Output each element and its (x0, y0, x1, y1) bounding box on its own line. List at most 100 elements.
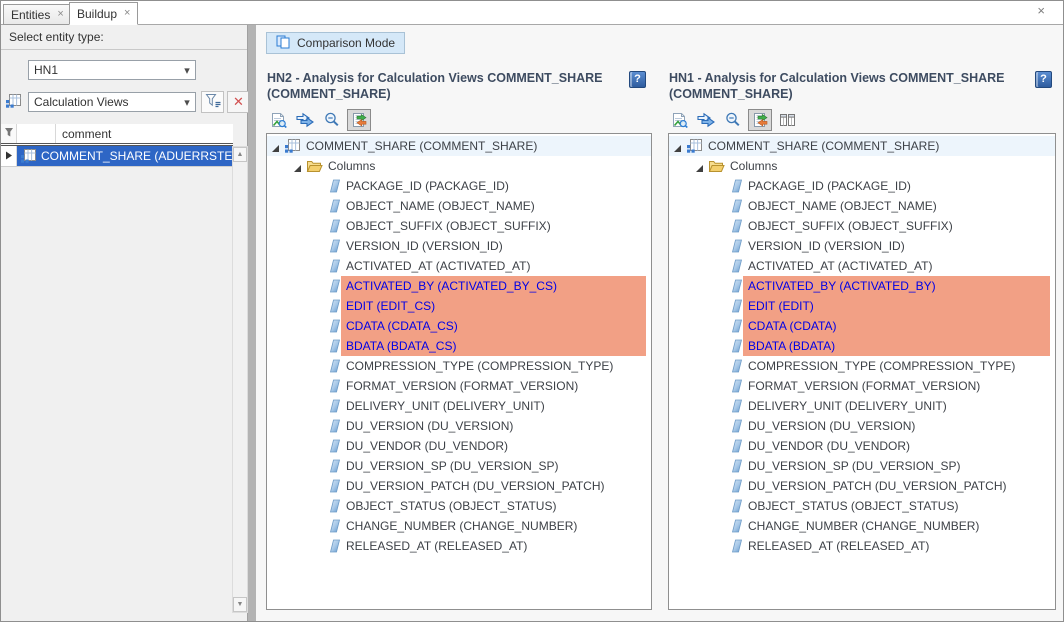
expanded-triangle-icon[interactable] (293, 162, 302, 171)
tree-item[interactable]: DU_VERSION_SP (DU_VERSION_SP) (267, 456, 651, 476)
tree-item[interactable]: DU_VENDOR (DU_VENDOR) (267, 436, 651, 456)
tree-item[interactable]: DU_VENDOR (DU_VENDOR) (669, 436, 1055, 456)
combo-arrow-icon[interactable]: ▾ (179, 96, 195, 109)
tree-item[interactable]: DU_VERSION (DU_VERSION) (669, 416, 1055, 436)
expanded-triangle-icon[interactable] (271, 142, 280, 151)
system-dropdown[interactable]: HN1 ▾ (28, 60, 196, 80)
select-entity-type-label: Select entity type: (1, 24, 247, 50)
sync-differences-icon[interactable] (347, 109, 371, 131)
tree-item[interactable]: CHANGE_NUMBER (CHANGE_NUMBER) (669, 516, 1055, 536)
tab-buildup[interactable]: Buildup × (69, 2, 138, 25)
tree-item[interactable]: ACTIVATED_AT (ACTIVATED_AT) (267, 256, 651, 276)
tree-item[interactable]: VERSION_ID (VERSION_ID) (669, 236, 1055, 256)
tree-item[interactable]: CHANGE_NUMBER (CHANGE_NUMBER) (267, 516, 651, 536)
tree-item[interactable]: ACTIVATED_AT (ACTIVATED_AT) (669, 256, 1055, 276)
tree-item[interactable]: FORMAT_VERSION (FORMAT_VERSION) (669, 376, 1055, 396)
tree-item[interactable]: DELIVERY_UNIT (DELIVERY_UNIT) (267, 396, 651, 416)
sidebar-scrollbar[interactable]: ▲ ▼ (232, 146, 248, 613)
tree-item[interactable]: RELEASED_AT (RELEASED_AT) (267, 536, 651, 556)
tree-item-label: Columns (323, 156, 381, 176)
tree-item[interactable]: BDATA (BDATA) (669, 336, 1055, 356)
scroll-down-icon[interactable]: ▼ (233, 597, 247, 612)
compare-arrows-icon[interactable] (293, 109, 317, 131)
column-icon (731, 479, 743, 493)
export-icon[interactable] (667, 109, 691, 131)
column-icon (329, 259, 341, 273)
tree-item[interactable]: RELEASED_AT (RELEASED_AT) (669, 536, 1055, 556)
tree-item[interactable]: COMMENT_SHARE (COMMENT_SHARE) (267, 136, 651, 156)
help-icon[interactable]: ? (629, 71, 646, 88)
tree-item[interactable]: COMPRESSION_TYPE (COMPRESSION_TYPE) (267, 356, 651, 376)
column-layout-icon[interactable] (775, 109, 799, 131)
tree-item-label: OBJECT_STATUS (OBJECT_STATUS) (341, 496, 562, 516)
tree-item[interactable]: EDIT (EDIT_CS) (267, 296, 651, 316)
expanded-triangle-icon[interactable] (673, 142, 682, 151)
column-icon (329, 299, 341, 313)
tree-item[interactable]: PACKAGE_ID (PACKAGE_ID) (669, 176, 1055, 196)
tree-item[interactable]: ACTIVATED_BY (ACTIVATED_BY) (669, 276, 1055, 296)
tree-item-label: COMPRESSION_TYPE (COMPRESSION_TYPE) (743, 356, 1021, 376)
tree-item[interactable]: Columns (669, 156, 1055, 176)
tree-item-label: CHANGE_NUMBER (CHANGE_NUMBER) (743, 516, 985, 536)
clear-filter-icon: ✕ (233, 94, 244, 110)
tree-item[interactable]: OBJECT_STATUS (OBJECT_STATUS) (267, 496, 651, 516)
app-window: Entities × Buildup × × Select entity typ… (0, 0, 1064, 622)
tree-item[interactable]: VERSION_ID (VERSION_ID) (267, 236, 651, 256)
tree-item[interactable]: BDATA (BDATA_CS) (267, 336, 651, 356)
column-icon (731, 519, 743, 533)
buildup-tab-close-icon[interactable]: × (124, 8, 130, 19)
tree-item-label: DU_VENDOR (DU_VENDOR) (743, 436, 916, 456)
tab-entities[interactable]: Entities × (3, 4, 72, 25)
tree-item[interactable]: DELIVERY_UNIT (DELIVERY_UNIT) (669, 396, 1055, 416)
tab-entities-label: Entities (11, 8, 50, 22)
zoom-icon[interactable] (320, 109, 344, 131)
tree-item[interactable]: DU_VERSION (DU_VERSION) (267, 416, 651, 436)
column-icon (329, 539, 341, 553)
tree-item[interactable]: OBJECT_SUFFIX (OBJECT_SUFFIX) (267, 216, 651, 236)
tree-item[interactable]: DU_VERSION_PATCH (DU_VERSION_PATCH) (669, 476, 1055, 496)
scroll-up-icon[interactable]: ▲ (233, 147, 247, 162)
tree-item-label: EDIT (EDIT_CS) (341, 296, 646, 316)
tree-item[interactable]: OBJECT_NAME (OBJECT_NAME) (669, 196, 1055, 216)
comparison-mode-button[interactable]: Comparison Mode (266, 32, 405, 54)
tree-item[interactable]: OBJECT_NAME (OBJECT_NAME) (267, 196, 651, 216)
tree-item[interactable]: ACTIVATED_BY (ACTIVATED_BY_CS) (267, 276, 651, 296)
grid-filter-gutter[interactable] (1, 124, 17, 143)
tree-item-label: OBJECT_NAME (OBJECT_NAME) (743, 196, 943, 216)
tree-item[interactable]: EDIT (EDIT) (669, 296, 1055, 316)
tree-item[interactable]: Columns (267, 156, 651, 176)
column-icon (329, 179, 341, 193)
column-icon (329, 239, 341, 253)
clear-filter-button[interactable]: ✕ (227, 91, 250, 113)
export-icon[interactable] (266, 109, 290, 131)
grid-comment-column-header[interactable]: comment (56, 124, 233, 143)
tree-item[interactable]: OBJECT_STATUS (OBJECT_STATUS) (669, 496, 1055, 516)
sync-differences-icon[interactable] (748, 109, 772, 131)
column-icon (329, 339, 341, 353)
sidebar-splitter[interactable] (248, 24, 256, 621)
table-row[interactable]: COMMENT_SHARE (ADUERRSTEIN_T (1, 146, 233, 167)
tree-item[interactable]: OBJECT_SUFFIX (OBJECT_SUFFIX) (669, 216, 1055, 236)
grid-icon-column-header[interactable] (17, 124, 56, 143)
tree-item[interactable]: CDATA (CDATA) (669, 316, 1055, 336)
tree-item[interactable]: PACKAGE_ID (PACKAGE_ID) (267, 176, 651, 196)
combo-arrow-icon[interactable]: ▾ (179, 64, 195, 77)
entities-tab-close-icon[interactable]: × (57, 9, 63, 20)
tree-item[interactable]: FORMAT_VERSION (FORMAT_VERSION) (267, 376, 651, 396)
tree-item[interactable]: DU_VERSION_PATCH (DU_VERSION_PATCH) (267, 476, 651, 496)
filter-funnel-icon (205, 93, 221, 111)
entity-type-dropdown[interactable]: Calculation Views ▾ (28, 92, 196, 112)
help-icon[interactable]: ? (1035, 71, 1052, 88)
tree-item[interactable]: DU_VERSION_SP (DU_VERSION_SP) (669, 456, 1055, 476)
tree-item-label: VERSION_ID (VERSION_ID) (743, 236, 911, 256)
tree-item[interactable]: COMPRESSION_TYPE (COMPRESSION_TYPE) (669, 356, 1055, 376)
tree-item[interactable]: COMMENT_SHARE (COMMENT_SHARE) (669, 136, 1055, 156)
expanded-triangle-icon[interactable] (695, 162, 704, 171)
zoom-icon[interactable] (721, 109, 745, 131)
view-close-icon[interactable]: × (1037, 4, 1045, 17)
filter-button[interactable] (201, 91, 224, 113)
tree-item[interactable]: CDATA (CDATA_CS) (267, 316, 651, 336)
selected-entity-row[interactable]: COMMENT_SHARE (ADUERRSTEIN_T (17, 146, 233, 166)
compare-arrows-icon[interactable] (694, 109, 718, 131)
column-icon (329, 399, 341, 413)
